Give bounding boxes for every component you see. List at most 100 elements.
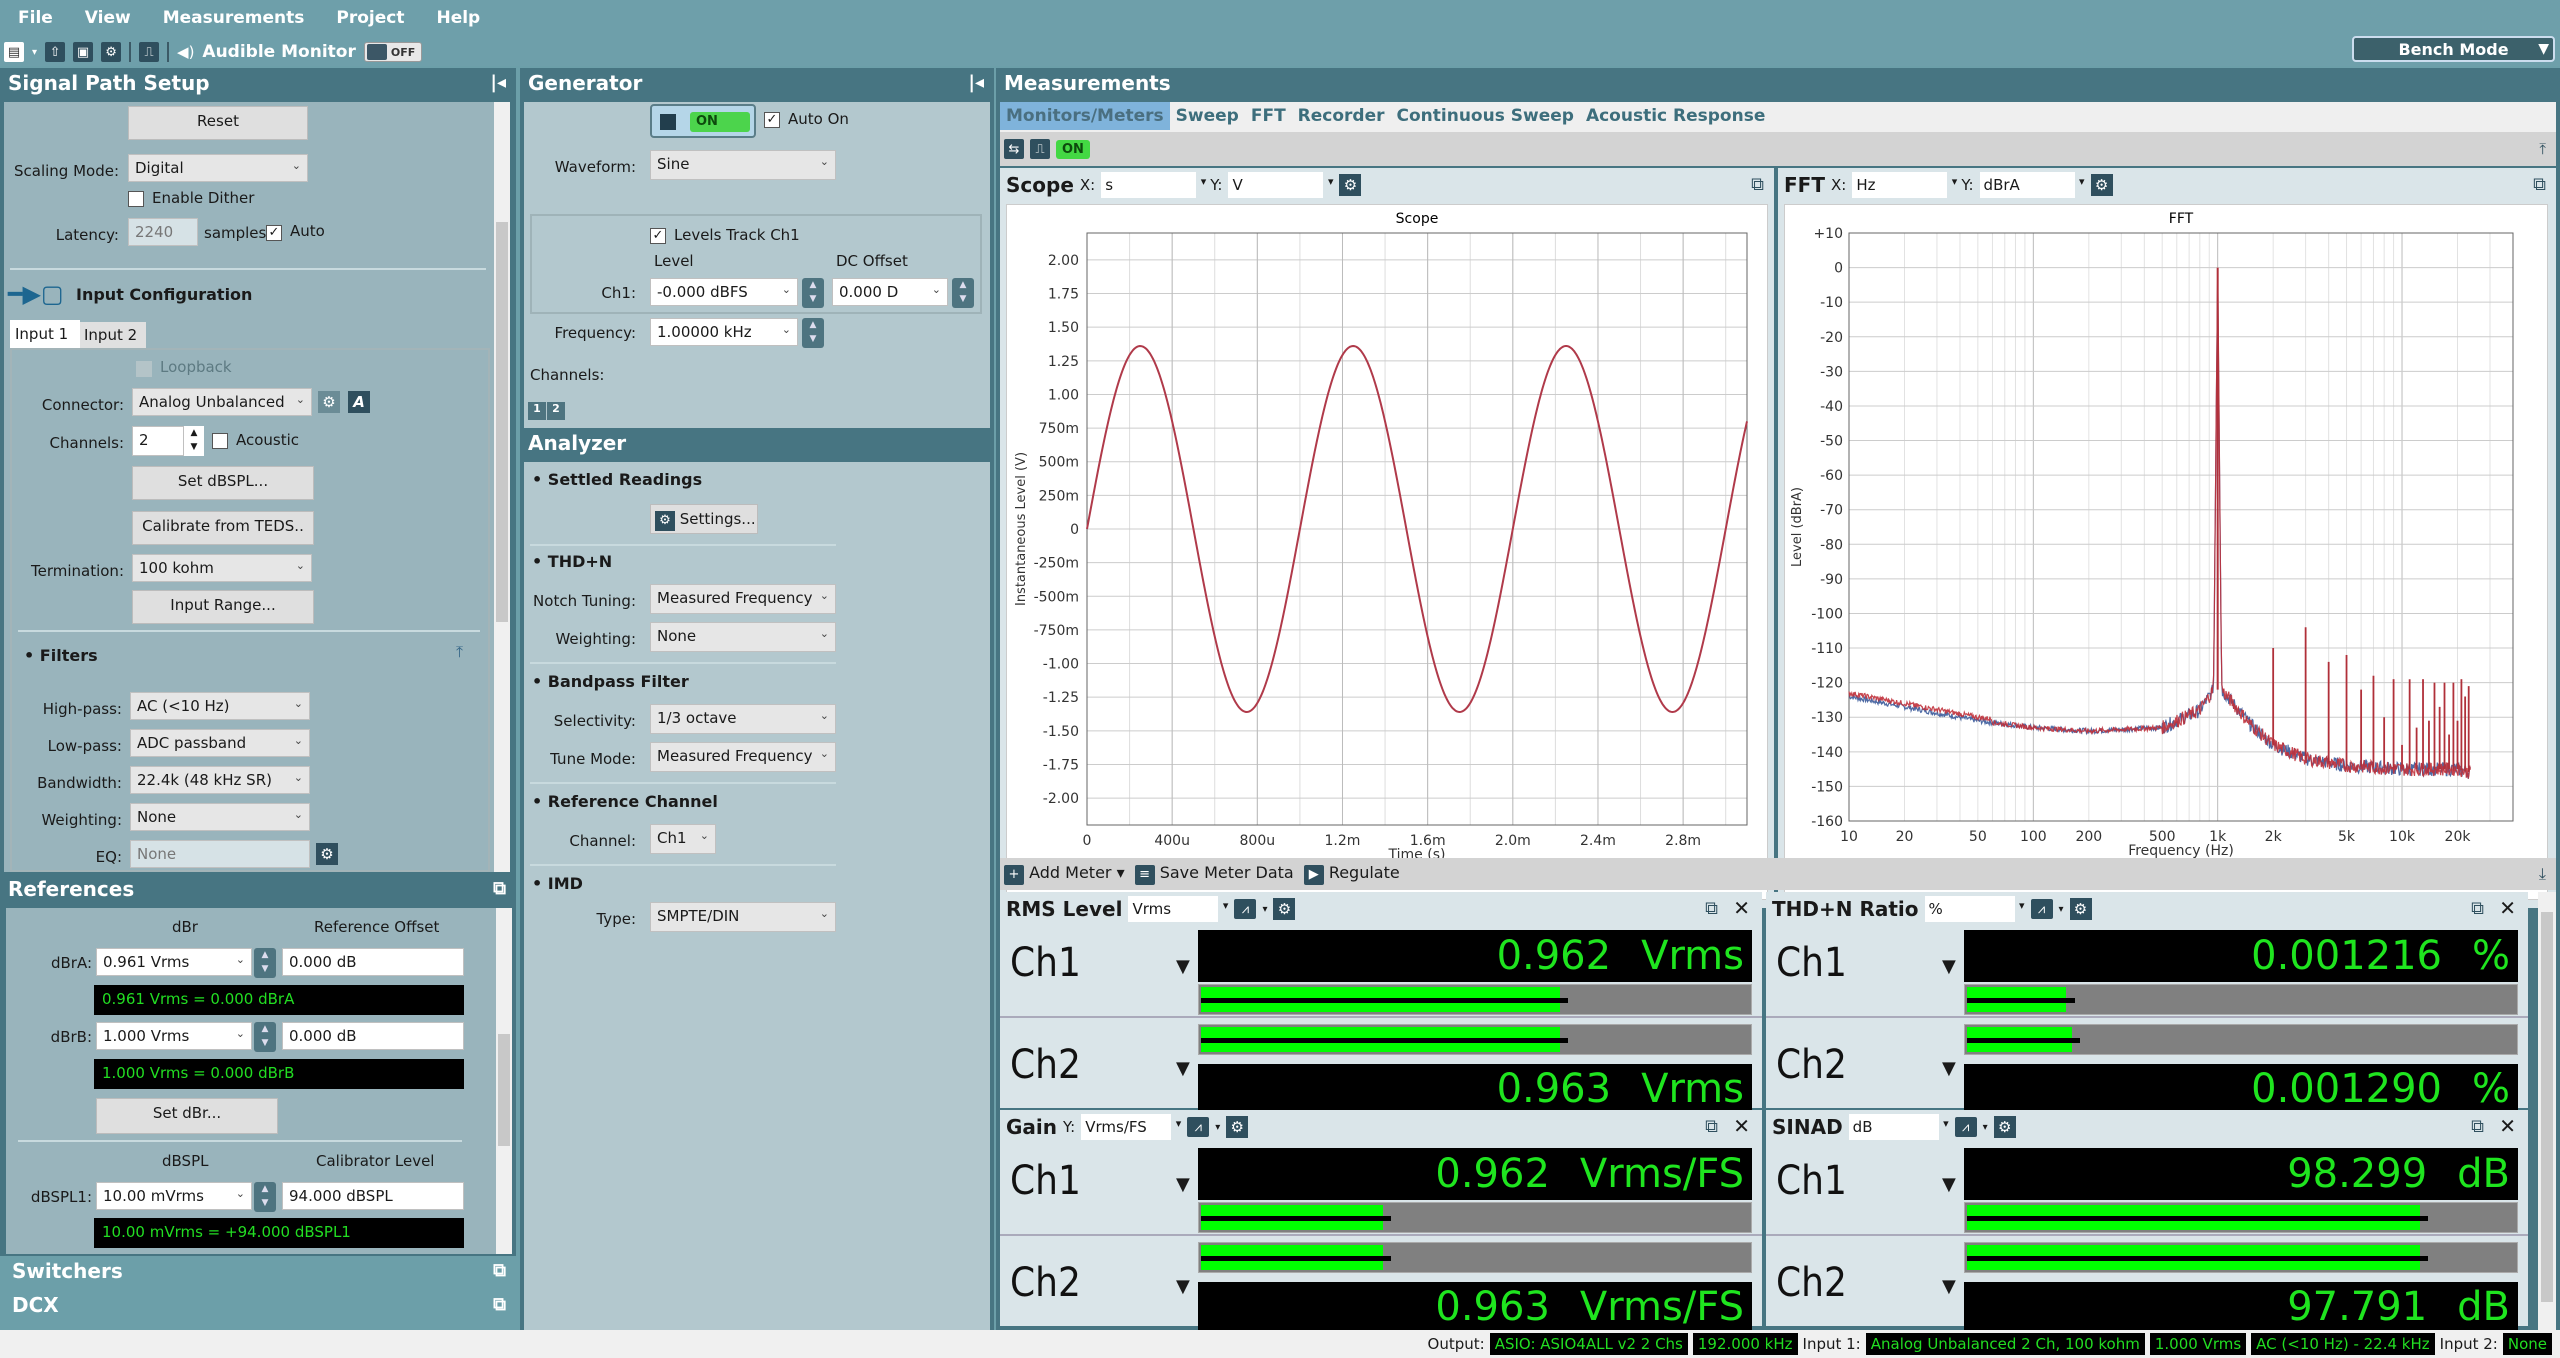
- scope-chart[interactable]: Scope 2.00 1.75 1.50 1.25 1.00 750m 500m 250m 0 -2…: [1007, 205, 1769, 901]
- popout-icon[interactable]: ⧉: [2533, 174, 2546, 195]
- tab-continuous-sweep[interactable]: Continuous Sweep: [1391, 102, 1580, 130]
- meter-unit-select[interactable]: Vrms: [1128, 896, 1228, 922]
- connector-settings-icon[interactable]: ⚙: [318, 391, 340, 413]
- save-meter-data-button[interactable]: ≡ Save Meter Data: [1134, 863, 1294, 885]
- weighting-select[interactable]: None ⌄: [130, 803, 310, 831]
- popout-icon[interactable]: ⧉: [2471, 898, 2484, 919]
- collapse-icon[interactable]: ⤒: [456, 642, 463, 662]
- auto-range-icon[interactable]: A: [348, 391, 370, 413]
- swap-icon[interactable]: ⇆: [1004, 139, 1024, 159]
- calibrate-teds-button[interactable]: Calibrate from TEDS..: [132, 511, 314, 545]
- dbrb-offset-input[interactable]: 0.000 dB: [282, 1022, 464, 1050]
- input1-range[interactable]: 1.000 Vrms: [2149, 1333, 2247, 1355]
- loopback-checkbox[interactable]: [136, 361, 152, 377]
- graph-icon[interactable]: ⩘: [2030, 899, 2053, 919]
- audible-monitor-toggle[interactable]: OFF: [363, 42, 422, 62]
- dropdown-arrow-icon[interactable]: ▾: [1215, 1122, 1220, 1133]
- weighting-select[interactable]: None ⌄: [650, 622, 836, 652]
- pin-icon[interactable]: |◂: [490, 72, 506, 93]
- scaling-mode-select[interactable]: Digital ⌄: [128, 154, 308, 182]
- monitors-on-toggle[interactable]: ON: [1056, 139, 1090, 159]
- lowpass-select[interactable]: ADC passband ⌄: [130, 729, 310, 757]
- input-range-button[interactable]: Input Range...: [132, 590, 314, 624]
- close-icon[interactable]: ✕: [2499, 1114, 2516, 1138]
- meters-scrollbar[interactable]: [2538, 892, 2556, 1330]
- dbspl1-stepper[interactable]: ▲ ▼: [254, 1182, 276, 1212]
- channel-dropdown-icon[interactable]: ▼: [1942, 956, 1956, 977]
- generator-on-toggle[interactable]: ON: [650, 104, 756, 138]
- expand-icon[interactable]: ⤓: [2539, 864, 2546, 884]
- channel-dropdown-icon[interactable]: ▼: [1942, 1276, 1956, 1297]
- dbspl1-calibrator-input[interactable]: 94.000 dBSPL: [282, 1182, 464, 1210]
- acoustic-checkbox[interactable]: [212, 433, 228, 449]
- close-icon[interactable]: ✕: [1733, 1114, 1750, 1138]
- channel-dropdown-icon[interactable]: ▼: [1176, 1174, 1190, 1195]
- graph-icon[interactable]: ⩘: [1187, 1117, 1210, 1137]
- close-icon[interactable]: ✕: [1733, 896, 1750, 920]
- eq-field[interactable]: None: [130, 840, 310, 868]
- frequency-select[interactable]: 1.00000 kHz ⌄: [650, 318, 798, 346]
- selectivity-select[interactable]: 1/3 octave ⌄: [650, 704, 836, 734]
- menu-view[interactable]: View: [67, 0, 145, 28]
- pin-icon[interactable]: |◂: [968, 72, 984, 93]
- meter-unit-select[interactable]: Vrms/FS: [1081, 1114, 1181, 1140]
- termination-select[interactable]: 100 kohm ⌄: [132, 554, 312, 582]
- dropdown-arrow-icon[interactable]: ▾: [1983, 1122, 1988, 1133]
- meter-unit-select[interactable]: dB: [1848, 1114, 1949, 1140]
- new-dropdown-icon[interactable]: ▾: [32, 47, 37, 58]
- output-device[interactable]: ASIO: ASIO4ALL v2 2 Chs: [1489, 1333, 1688, 1355]
- scope-x-unit-select[interactable]: s: [1101, 172, 1206, 198]
- regulate-button[interactable]: ▶ Regulate: [1303, 863, 1400, 885]
- popout-icon[interactable]: ⧉: [493, 878, 506, 899]
- popout-icon[interactable]: ⧉: [2471, 1116, 2484, 1137]
- enable-dither-checkbox[interactable]: [128, 191, 144, 207]
- channels-input[interactable]: 2: [132, 426, 184, 456]
- output-rate[interactable]: 192.000 kHz: [1692, 1333, 1798, 1355]
- popout-icon[interactable]: ⧉: [1705, 1116, 1718, 1137]
- latency-input[interactable]: 2240: [128, 218, 198, 246]
- set-dbr-button[interactable]: Set dBr...: [96, 1098, 278, 1134]
- channel-dropdown-icon[interactable]: ▼: [1176, 1276, 1190, 1297]
- dropdown-arrow-icon[interactable]: ▾: [1262, 904, 1267, 915]
- tab-monitors-meters[interactable]: Monitors/Meters: [1000, 102, 1170, 130]
- scope-y-unit-select[interactable]: V: [1228, 172, 1333, 198]
- ch1-level-select[interactable]: -0.000 dBFS ⌄: [650, 278, 798, 306]
- highpass-select[interactable]: AC (<10 Hz) ⌄: [130, 692, 310, 720]
- popout-icon[interactable]: ⧉: [493, 1260, 506, 1281]
- switchers-header[interactable]: Switchers ⧉: [4, 1256, 516, 1288]
- channel-dropdown-icon[interactable]: ▼: [1176, 1058, 1190, 1079]
- reset-button[interactable]: Reset: [128, 106, 308, 140]
- levels-track-checkbox[interactable]: ✓: [650, 228, 666, 244]
- references-scrollbar[interactable]: [496, 908, 512, 1254]
- scope-settings-icon[interactable]: ⚙: [1339, 174, 1362, 196]
- fft-x-unit-select[interactable]: Hz: [1852, 172, 1957, 198]
- tune-mode-select[interactable]: Measured Frequency ⌄: [650, 742, 836, 772]
- channels-stepper[interactable]: ▲ ▼: [184, 426, 204, 456]
- channel-dropdown-icon[interactable]: ▼: [1942, 1174, 1956, 1195]
- tab-sweep[interactable]: Sweep: [1170, 102, 1245, 130]
- waveform-select[interactable]: Sine ⌄: [650, 150, 836, 180]
- gear-icon[interactable]: ⚙: [101, 42, 122, 62]
- tab-acoustic-response[interactable]: Acoustic Response: [1580, 102, 1771, 130]
- popout-icon[interactable]: ⧉: [1751, 174, 1764, 195]
- tab-input-2[interactable]: Input 2: [80, 322, 146, 348]
- popout-icon[interactable]: ⧉: [1705, 898, 1718, 919]
- fft-settings-icon[interactable]: ⚙: [2090, 174, 2113, 196]
- tab-recorder[interactable]: Recorder: [1292, 102, 1391, 130]
- meter-settings-icon[interactable]: ⚙: [1226, 1116, 1249, 1138]
- close-icon[interactable]: ✕: [2499, 896, 2516, 920]
- ch1-dc-offset-stepper[interactable]: ▲ ▼: [952, 278, 974, 308]
- tab-input-1[interactable]: Input 1: [10, 320, 80, 348]
- dbrb-stepper[interactable]: ▲ ▼: [254, 1022, 276, 1052]
- channel-2-button[interactable]: 2: [547, 402, 565, 420]
- input1-filter[interactable]: AC (<10 Hz) - 22.4 kHz: [2251, 1333, 2435, 1355]
- meter-settings-icon[interactable]: ⚙: [2069, 898, 2092, 920]
- bandwidth-select[interactable]: 22.4k (48 kHz SR) ⌄: [130, 766, 310, 794]
- meter-unit-select[interactable]: %: [1924, 896, 2025, 922]
- collapse-icon[interactable]: ⤒: [2539, 140, 2546, 158]
- waveform-icon[interactable]: ⎍: [1030, 139, 1050, 159]
- ch1-dc-offset-select[interactable]: 0.000 D ⌄: [832, 278, 948, 306]
- dropdown-arrow-icon[interactable]: ▾: [2059, 904, 2064, 915]
- dbspl1-select[interactable]: 10.00 mVrms ⌄: [96, 1182, 252, 1210]
- input2-device[interactable]: None: [2502, 1333, 2552, 1355]
